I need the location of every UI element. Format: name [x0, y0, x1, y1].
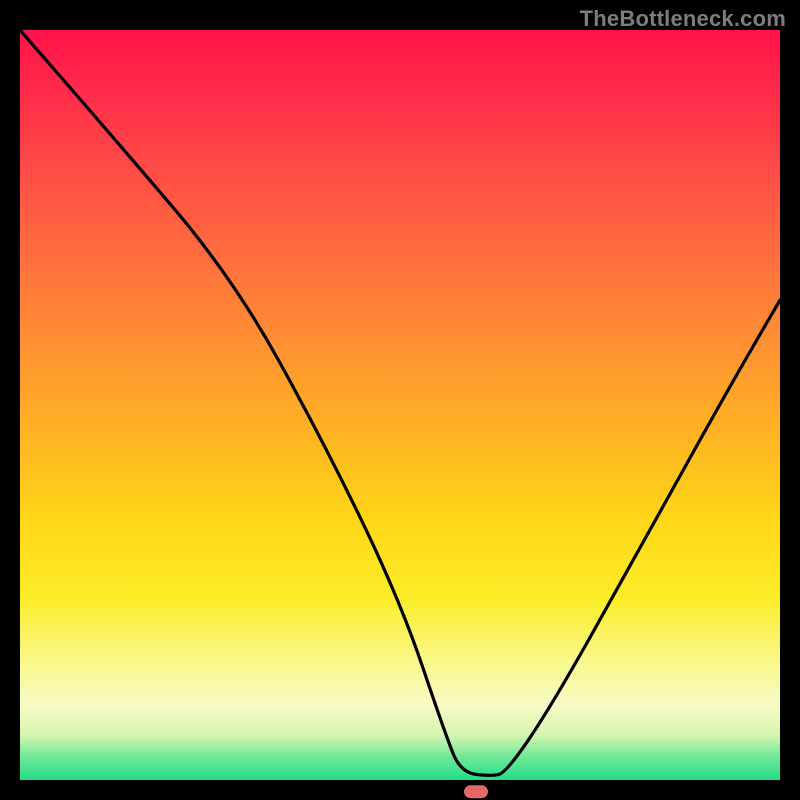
- watermark-label: TheBottleneck.com: [580, 6, 786, 32]
- plot-area: [20, 30, 780, 780]
- bottleneck-curve: [20, 30, 780, 775]
- curve-svg: [20, 30, 780, 780]
- chart-frame: TheBottleneck.com: [0, 0, 800, 800]
- optimal-point-marker: [464, 785, 488, 798]
